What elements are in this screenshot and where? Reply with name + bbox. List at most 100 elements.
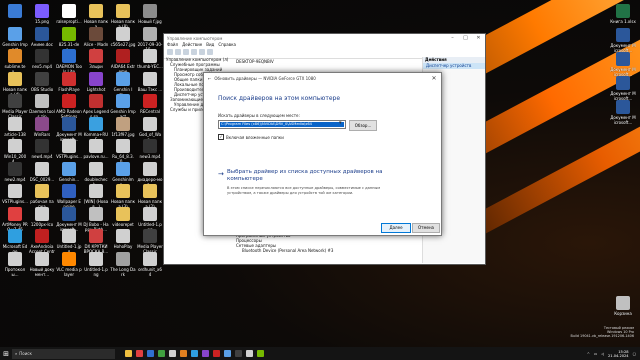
browse-button[interactable]: Обзор...: [349, 120, 377, 131]
menu-file[interactable]: Файл: [167, 42, 178, 48]
taskbar-app-icon[interactable]: [136, 350, 143, 357]
desktop-icon[interactable]: 2017-09-30-15...: [137, 26, 163, 52]
desktop-icon[interactable]: Genshinlmp...: [110, 161, 136, 187]
desktop-icon[interactable]: Genshin Im...: [110, 71, 136, 97]
close-icon[interactable]: ✕: [472, 35, 485, 41]
help-icon[interactable]: [199, 49, 205, 55]
desktop-icon[interactable]: God_of_War...: [137, 116, 163, 142]
desktop-icon[interactable]: Новая папка (8): [110, 4, 136, 29]
desktop-icon[interactable]: Новая папка (3): [110, 184, 136, 209]
desktop-icon[interactable]: Media Player Classic: [137, 229, 163, 254]
menu-action[interactable]: Действие: [182, 42, 202, 48]
desktop-icon[interactable]: Документ Microsoft...: [56, 206, 82, 232]
include-subfolders-checkbox[interactable]: ✓ Включая вложенные папки: [218, 134, 284, 140]
desktop-icon[interactable]: Lightshot: [83, 71, 109, 92]
chevron-down-icon[interactable]: ▾: [339, 120, 345, 129]
desktop-icon[interactable]: DJ Bobo - Happy Birth...: [83, 206, 109, 232]
desktop-icon[interactable]: new4.mp4: [29, 139, 55, 159]
cancel-button[interactable]: Отмена: [412, 223, 440, 233]
desktop-icon[interactable]: Аниме.doc: [29, 26, 55, 47]
clock[interactable]: 15:28 21.04.2024: [608, 350, 629, 358]
taskbar-app-icon[interactable]: [169, 350, 176, 357]
notifications-icon[interactable]: ▢: [633, 352, 636, 356]
pick-from-list-link[interactable]: Выбрать драйвер из списка доступных драй…: [227, 169, 387, 183]
checkbox-checkmark-icon[interactable]: ✓: [218, 134, 224, 140]
tray-chevron-icon[interactable]: ^: [587, 352, 590, 356]
desktop-icon[interactable]: The Long Dark: [110, 251, 136, 277]
desktop-icon[interactable]: DAEMON Tools Lite: [56, 49, 82, 74]
back-icon[interactable]: [167, 49, 173, 55]
taskbar-search[interactable]: ⌕ Поиск: [12, 348, 115, 359]
desktop-icon[interactable]: AxeAndroia Accent Central: [29, 229, 55, 254]
desktop-icon[interactable]: ralsepropti...: [56, 4, 82, 24]
desktop-icon[interactable]: Документ Microsoft...: [610, 28, 636, 53]
taskbar-app-icon[interactable]: [180, 350, 187, 357]
desktop-icon[interactable]: Win10_2004...: [2, 139, 28, 164]
volume-icon[interactable]: ◁: [601, 352, 604, 356]
taskbar-app-icon[interactable]: [202, 350, 209, 357]
desktop-icon[interactable]: Daemon tools.zip: [29, 94, 55, 119]
up-icon[interactable]: [183, 49, 189, 55]
taskbar-app-icon[interactable]: [246, 350, 253, 357]
desktop-icon[interactable]: Документ Microsoft...: [610, 100, 636, 125]
desktop-icon[interactable]: 1f13f97.jpg: [110, 116, 136, 137]
desktop-icon[interactable]: VSTPlugins...: [56, 139, 82, 159]
desktop-icon[interactable]: 1200px-Icol...: [29, 206, 55, 232]
minimize-icon[interactable]: –: [446, 35, 459, 41]
desktop-icon[interactable]: FlashPlayer...: [56, 71, 82, 97]
desktop-icon[interactable]: Новая папка (2): [137, 184, 163, 209]
desktop-icon[interactable]: RECentral: [137, 94, 163, 114]
desktop-icon[interactable]: Документ Microsoft...: [610, 52, 636, 77]
desktop-icon[interactable]: thumb-YEC...: [137, 49, 163, 69]
desktop-icon[interactable]: Ваш Тэкс ...: [137, 71, 163, 92]
desktop-icon[interactable]: Корзина: [610, 296, 636, 316]
forward-icon[interactable]: [175, 49, 181, 55]
driver-path-input[interactable]: C:\Program Files (x86)\NVIDIA\DRV_0\ASMe…: [218, 120, 346, 129]
taskbar-app-icon[interactable]: [235, 350, 242, 357]
desktop-icon[interactable]: ordhunit_x64: [137, 251, 163, 277]
taskbar-app-icon[interactable]: [213, 350, 220, 357]
properties-icon[interactable]: [191, 49, 197, 55]
desktop-icon[interactable]: 15.png: [29, 4, 55, 24]
computer-node[interactable]: DESKTOP-9EQNBIV: [236, 59, 274, 64]
desktop-icon[interactable]: new2.mp4: [2, 161, 28, 182]
desktop-icon[interactable]: WinRars: [29, 116, 55, 137]
menu-view[interactable]: Вид: [206, 42, 214, 48]
desktop-icon[interactable]: Apex Legends.sp...: [83, 94, 109, 119]
desktop-icon[interactable]: Документ Microsoft...: [610, 76, 636, 101]
tree-item[interactable]: Bluetooth Device (Personal Area Network)…: [236, 248, 333, 253]
desktop-icon[interactable]: Новая папка: [83, 4, 109, 29]
taskbar-app-icon[interactable]: [125, 350, 132, 357]
desktop-icon[interactable]: AMD Radeon Settings: [56, 94, 82, 119]
taskbar-app-icon[interactable]: [224, 350, 231, 357]
desktop-icon[interactable]: Документ Microsoft...: [56, 116, 82, 142]
desktop-icon[interactable]: pavlove.ru...: [83, 139, 109, 159]
scan-icon[interactable]: [207, 49, 213, 55]
desktop-icon[interactable]: article-1389...: [2, 116, 28, 142]
desktop-icon[interactable]: Новый документ...: [29, 251, 55, 277]
desktop-icon[interactable]: OBS Studio: [29, 71, 55, 92]
network-icon[interactable]: ▭: [594, 352, 597, 356]
desktop-icon[interactable]: sublime.tex...: [2, 49, 28, 74]
desktop-icon[interactable]: Genshin Impact: [2, 26, 28, 52]
desktop-icon[interactable]: Ru_64_8.3.0...: [110, 139, 136, 164]
desktop-icon[interactable]: doublecheck...: [83, 161, 109, 187]
desktop-icon[interactable]: Untitled-1.jpg: [56, 229, 82, 254]
desktop-icon[interactable]: Книга 1.xlsx: [610, 4, 636, 24]
desktop-icon[interactable]: Untitled-1.png: [137, 206, 163, 232]
desktop-icon[interactable]: Genshin Impact: [110, 94, 136, 119]
desktop-icon[interactable]: VSTPlugins...: [2, 184, 28, 204]
next-button[interactable]: Далее: [381, 223, 411, 233]
desktop-icon[interactable]: 825.31-des...: [56, 26, 82, 52]
desktop-icon[interactable]: Microsoft Edge: [2, 229, 28, 254]
desktop-icon[interactable]: Media Player Classic: [2, 94, 28, 119]
taskbar-app-icon[interactable]: [158, 350, 165, 357]
desktop-icon[interactable]: c565e27.jpg: [110, 26, 136, 47]
desktop-icon[interactable]: DX КРУТКИ ВРОСКА В...: [83, 229, 109, 254]
windows-start-icon[interactable]: ⊞: [0, 347, 12, 360]
desktop-icon[interactable]: videorepet: [110, 206, 136, 227]
back-arrow-icon[interactable]: ←: [208, 76, 211, 81]
taskbar-app-icon[interactable]: [147, 350, 154, 357]
desktop-icon[interactable]: new3.mp4: [137, 139, 163, 159]
taskbar-app-icon[interactable]: [191, 350, 198, 357]
